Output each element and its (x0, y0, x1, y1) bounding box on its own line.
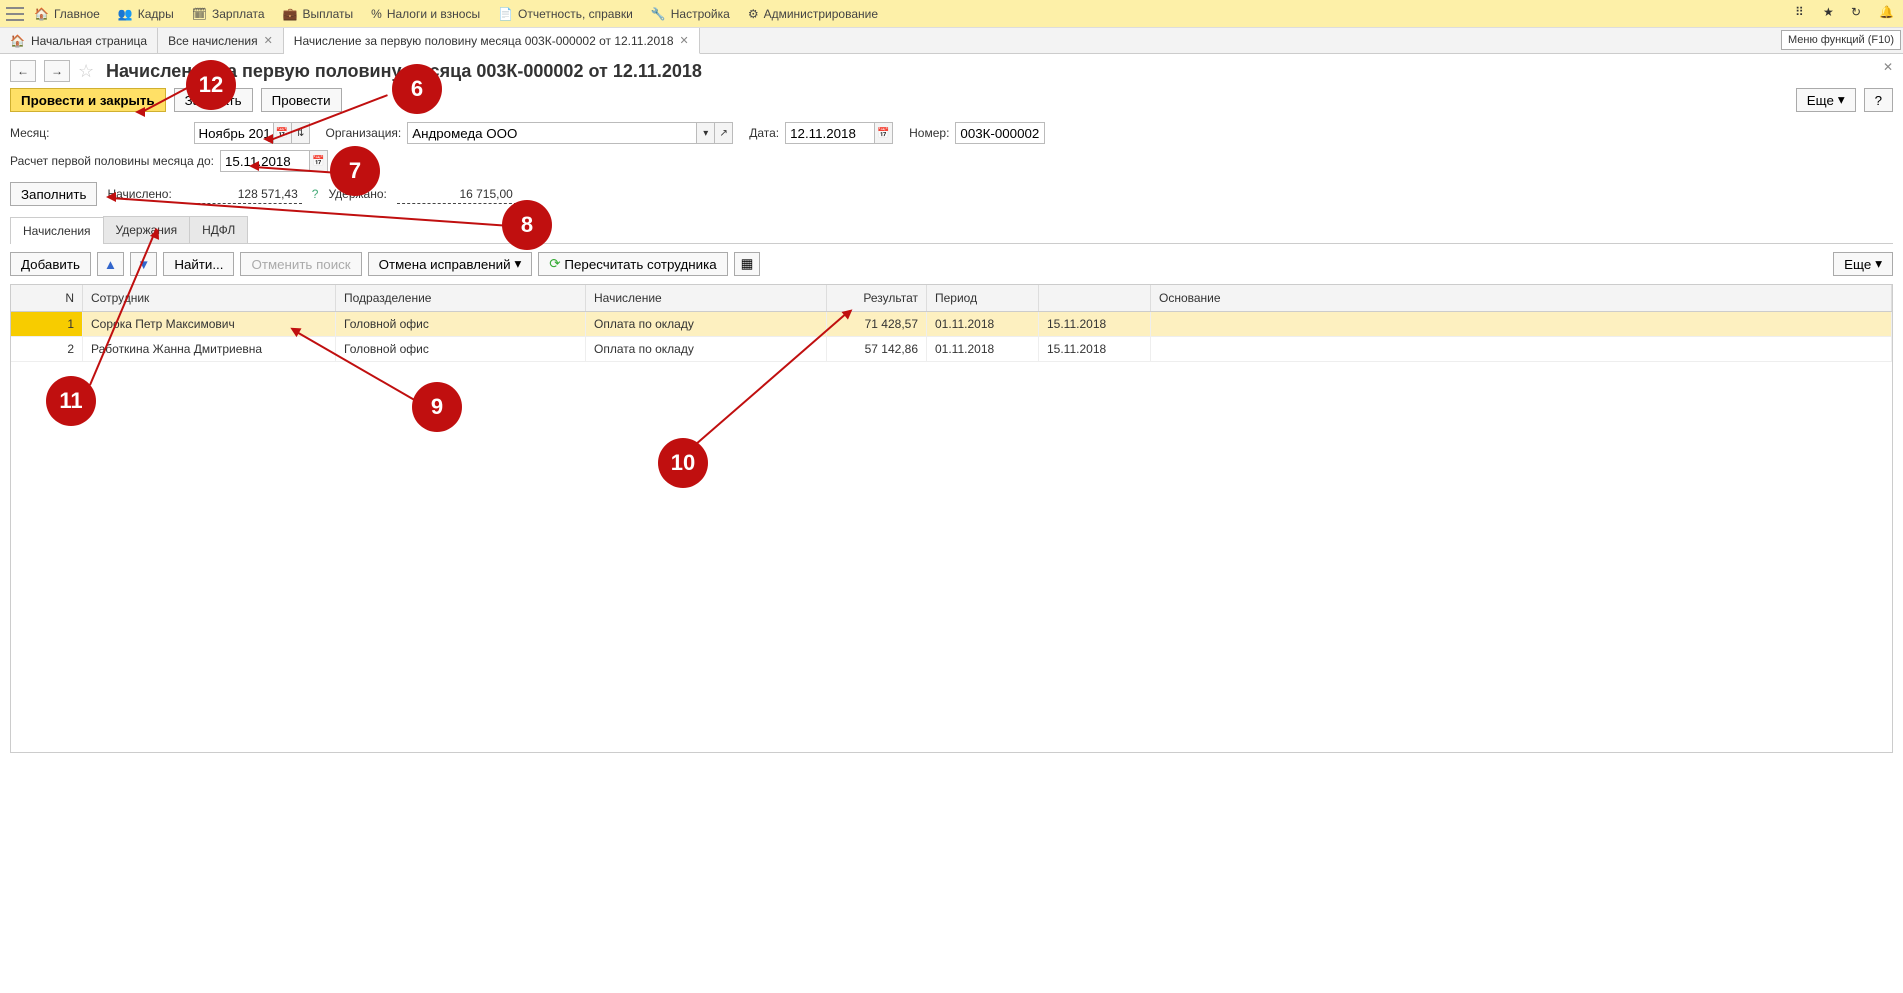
back-button[interactable]: ← (10, 60, 36, 82)
hamburger-icon[interactable] (6, 7, 24, 21)
favorite-star-icon[interactable]: ☆ (78, 61, 98, 81)
calc-date-input[interactable] (220, 150, 310, 172)
chevron-down-icon[interactable]: ▾ (697, 122, 715, 144)
post-button[interactable]: Провести (261, 88, 342, 112)
star-icon[interactable]: ★ (1823, 5, 1841, 23)
close-icon[interactable]: ✕ (680, 34, 689, 47)
calendar-icon[interactable]: 📅 (274, 122, 292, 144)
arrow-up-icon: ▲ (104, 257, 117, 272)
withheld-label: Удержано: (328, 187, 386, 201)
col-result[interactable]: Результат (827, 285, 927, 311)
accrued-label: Начислено: (107, 187, 171, 201)
top-icons: ⠿ ★ ↻ 🔔 (1795, 5, 1897, 23)
number-input[interactable] (955, 122, 1045, 144)
subtab-ndfl[interactable]: НДФЛ (189, 216, 248, 243)
doc-icon: 📄 (498, 7, 513, 21)
cancel-corrections-button[interactable]: Отмена исправлений ▾ (368, 252, 533, 276)
tab-current[interactable]: Начисление за первую половину месяца 003… (284, 28, 700, 54)
month-input[interactable] (194, 122, 274, 144)
help-icon[interactable]: ? (312, 187, 319, 201)
tab-home[interactable]: 🏠Начальная страница (0, 28, 158, 53)
date-label: Дата: (749, 126, 779, 140)
open-icon[interactable]: ↗ (715, 122, 733, 144)
add-button[interactable]: Добавить (10, 252, 91, 276)
nav-zarplata[interactable]: 🗓Зарплата (192, 7, 265, 21)
wallet-icon: 💼 (283, 7, 298, 21)
home-icon: 🏠 (34, 7, 49, 21)
history-icon[interactable]: ↻ (1851, 5, 1869, 23)
nav-main[interactable]: 🏠Главное (34, 7, 100, 21)
calc-icon: 🗓 (192, 7, 207, 21)
bell-icon[interactable]: 🔔 (1879, 5, 1897, 23)
page-title: Начисление за первую половину месяца 003… (106, 61, 702, 82)
arrow-down-icon: ▼ (137, 257, 150, 272)
nav-vyplaty[interactable]: 💼Выплаты (283, 7, 354, 21)
col-employee[interactable]: Сотрудник (83, 285, 336, 311)
home-icon: 🏠 (10, 34, 25, 48)
nav-nastroika[interactable]: 🔧Настройка (651, 7, 730, 21)
menu-functions-hint: Меню функций (F10) (1781, 30, 1901, 50)
apps-icon[interactable]: ⠿ (1795, 5, 1813, 23)
date-input[interactable] (785, 122, 875, 144)
forward-button[interactable]: → (44, 60, 70, 82)
move-up-button[interactable]: ▲ (97, 252, 124, 276)
col-basis[interactable]: Основание (1151, 285, 1892, 311)
fill-button[interactable]: Заполнить (10, 182, 97, 206)
calendar-icon[interactable]: 📅 (310, 150, 328, 172)
tab-all-accruals[interactable]: Все начисления✕ (158, 28, 284, 53)
col-period2[interactable] (1039, 285, 1151, 311)
close-icon[interactable]: ✕ (1883, 60, 1893, 74)
post-and-close-button[interactable]: Провести и закрыть (10, 88, 166, 112)
col-department[interactable]: Подразделение (336, 285, 586, 311)
more-button[interactable]: Еще ▾ (1796, 88, 1856, 112)
percent-icon: % (371, 7, 382, 21)
sub-tabs: Начисления Удержания НДФЛ (10, 216, 1893, 244)
col-accrual[interactable]: Начисление (586, 285, 827, 311)
card-icon: ▦ (741, 256, 754, 272)
nav-nalogi[interactable]: %Налоги и взносы (371, 7, 480, 21)
col-n[interactable]: N (11, 285, 83, 311)
withheld-amount: 16 715,00 (397, 185, 517, 204)
col-period[interactable]: Период (927, 285, 1039, 311)
tab-bar: 🏠Начальная страница Все начисления✕ Начи… (0, 28, 1903, 54)
spinner-icon[interactable]: ⇅ (292, 122, 310, 144)
nav-kadry[interactable]: 👥Кадры (118, 7, 174, 21)
wrench-icon: 🔧 (651, 7, 666, 21)
month-label: Месяц: (10, 126, 50, 140)
grid-more-button[interactable]: Еще ▾ (1833, 252, 1893, 276)
accruals-grid: N Сотрудник Подразделение Начисление Рез… (10, 284, 1893, 753)
nav-otchet[interactable]: 📄Отчетность, справки (498, 7, 633, 21)
people-icon: 👥 (118, 7, 133, 21)
card-view-button[interactable]: ▦ (734, 252, 761, 276)
table-row[interactable]: 2 Работкина Жанна Дмитриевна Головной оф… (11, 337, 1892, 362)
nav-admin[interactable]: ⚙Администрирование (748, 7, 878, 21)
gear-icon: ⚙ (748, 7, 759, 21)
find-button[interactable]: Найти... (163, 252, 234, 276)
help-button[interactable]: ? (1864, 88, 1893, 112)
number-label: Номер: (909, 126, 949, 140)
org-label: Организация: (326, 126, 402, 140)
recalc-employee-button[interactable]: ⟳ Пересчитать сотрудника (538, 252, 727, 276)
org-input[interactable] (407, 122, 697, 144)
grid-header: N Сотрудник Подразделение Начисление Рез… (11, 285, 1892, 312)
calc-date-label: Расчет первой половины месяца до: (10, 154, 214, 168)
cancel-find-button[interactable]: Отменить поиск (240, 252, 361, 276)
move-down-button[interactable]: ▼ (130, 252, 157, 276)
table-row[interactable]: 1 Сорока Петр Максимович Головной офис О… (11, 312, 1892, 337)
subtab-withholdings[interactable]: Удержания (103, 216, 191, 243)
top-menu-bar: 🏠Главное 👥Кадры 🗓Зарплата 💼Выплаты %Нало… (0, 0, 1903, 28)
accrued-amount: 128 571,43 (182, 185, 302, 204)
subtab-accruals[interactable]: Начисления (10, 217, 104, 244)
close-icon[interactable]: ✕ (264, 34, 273, 47)
top-nav: 🏠Главное 👥Кадры 🗓Зарплата 💼Выплаты %Нало… (34, 7, 1795, 21)
calendar-icon[interactable]: 📅 (875, 122, 893, 144)
refresh-icon: ⟳ (549, 256, 560, 272)
save-button[interactable]: Записать (174, 88, 253, 112)
